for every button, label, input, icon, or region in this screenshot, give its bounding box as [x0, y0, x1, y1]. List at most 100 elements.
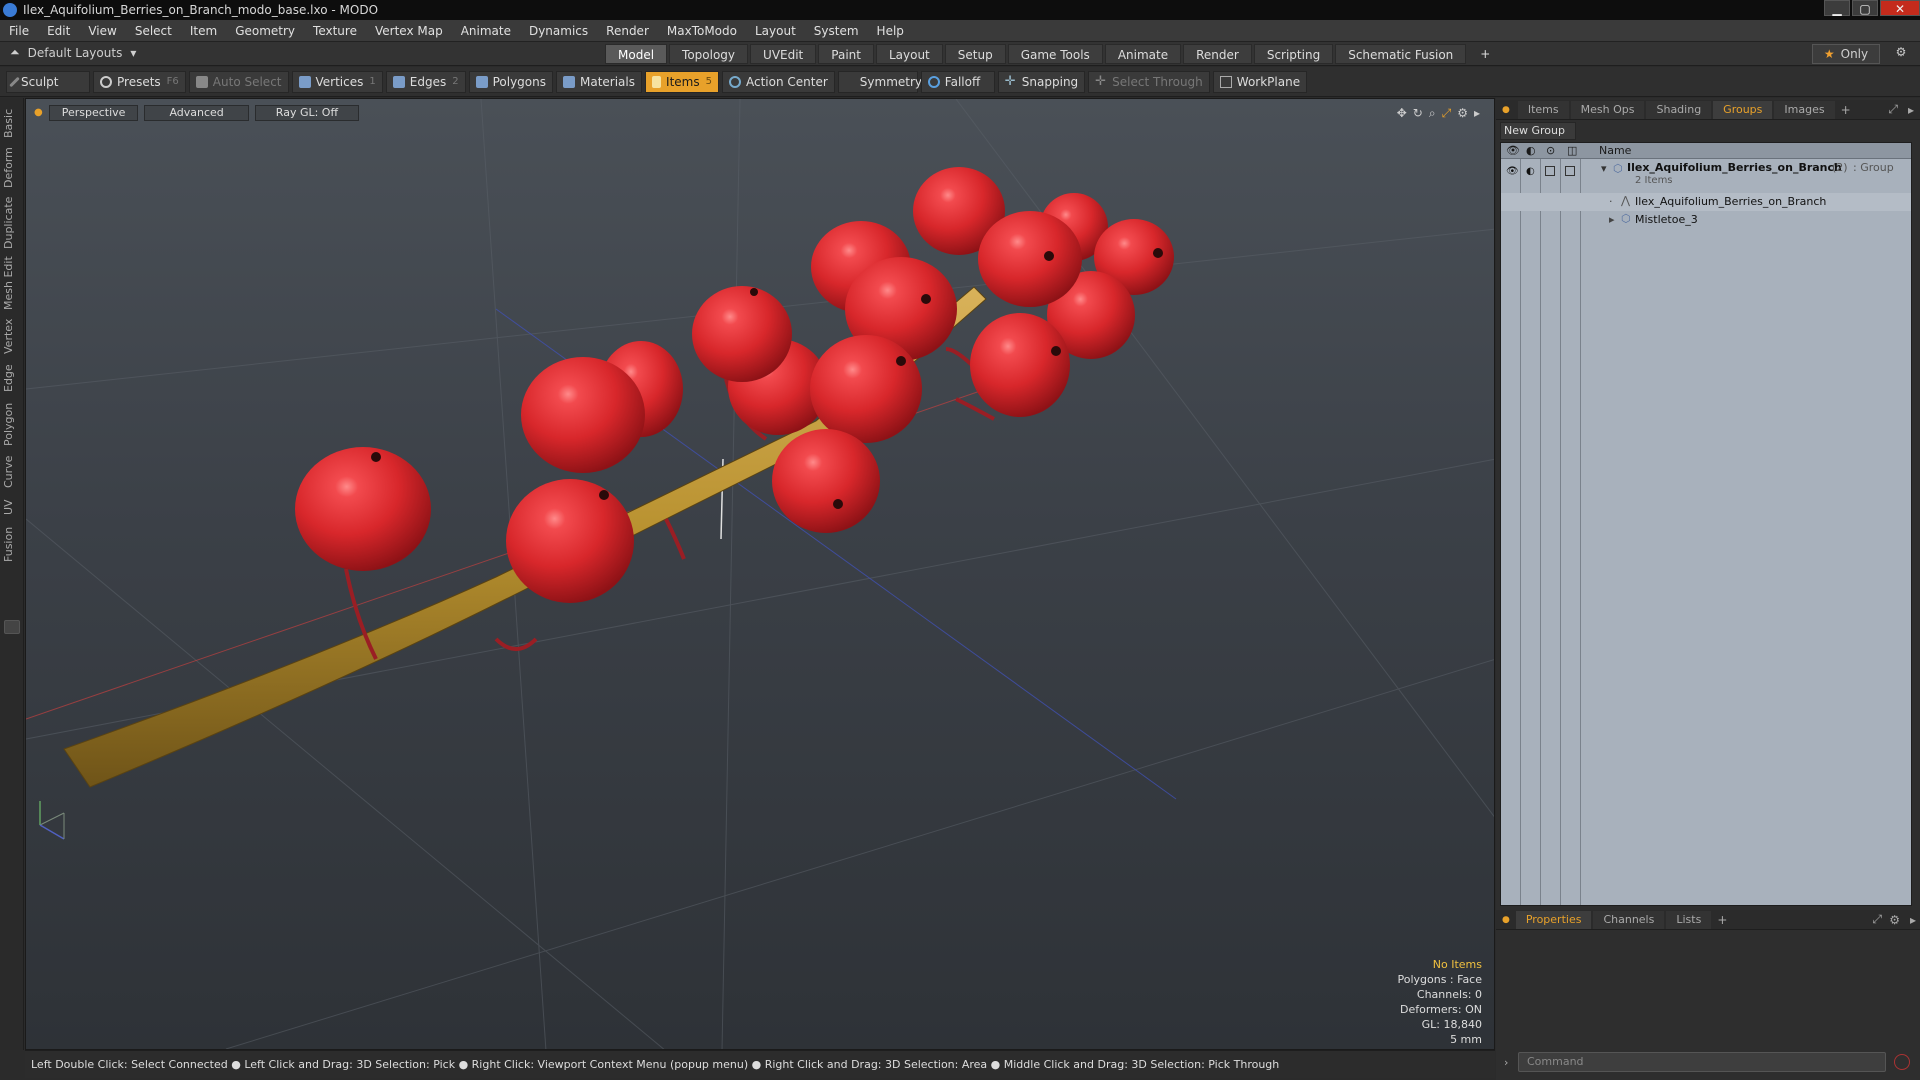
tab-model[interactable]: Model [605, 44, 668, 64]
presets-button[interactable]: Presets F6 [93, 70, 186, 93]
menu-render[interactable]: Render [606, 24, 649, 38]
left-tab-edge[interactable]: Edge [2, 362, 22, 394]
tab-mesh-ops[interactable]: Mesh Ops [1570, 100, 1645, 119]
tab-animate[interactable]: Animate [1104, 44, 1182, 64]
snapping-button[interactable]: ✛ Snapping [997, 70, 1086, 93]
group-render-icon[interactable]: ◐ [1526, 166, 1535, 177]
tab-shading[interactable]: Shading [1646, 100, 1712, 119]
tab-channels[interactable]: Channels [1593, 910, 1665, 929]
record-icon[interactable] [1894, 1054, 1910, 1070]
pan-icon[interactable]: ✥ [1397, 106, 1407, 121]
viewport-more-icon[interactable]: ▸ [1474, 106, 1480, 121]
menu-vertex-map[interactable]: Vertex Map [375, 24, 443, 38]
menu-animate[interactable]: Animate [461, 24, 511, 38]
menu-item[interactable]: Item [190, 24, 217, 38]
group-child-row[interactable]: ▸ ⬡ Mistletoe_3 [1501, 211, 1911, 229]
tab-items[interactable]: Items [1517, 100, 1569, 119]
menu-view[interactable]: View [88, 24, 116, 38]
menu-dynamics[interactable]: Dynamics [529, 24, 588, 38]
maximize-viewport-icon[interactable]: ⤢ [1442, 106, 1452, 121]
tab-game-tools[interactable]: Game Tools [1007, 44, 1103, 64]
rotate-icon[interactable]: ↻ [1413, 106, 1423, 121]
items-button[interactable]: Items 5 [645, 70, 719, 93]
left-tab-polygon[interactable]: Polygon [2, 400, 22, 448]
left-tab-mesh-edit[interactable]: Mesh Edit [2, 256, 22, 310]
props-dot-icon[interactable]: ● [1502, 915, 1510, 925]
add-props-tab-button[interactable]: + [1717, 913, 1727, 927]
polygons-button[interactable]: Polygons [468, 70, 553, 93]
select-icon[interactable]: ◫ [1567, 144, 1577, 157]
materials-button[interactable]: Materials [555, 70, 642, 93]
tab-lists[interactable]: Lists [1666, 910, 1712, 929]
raygl-toggle[interactable]: Ray GL: Off [254, 105, 360, 121]
left-tab-fusion[interactable]: Fusion [2, 524, 22, 564]
tab-paint[interactable]: Paint [818, 44, 874, 64]
tab-uvedit[interactable]: UVEdit [750, 44, 817, 64]
tab-groups[interactable]: Groups [1713, 100, 1773, 119]
menu-geometry[interactable]: Geometry [235, 24, 295, 38]
tab-schematic-fusion[interactable]: Schematic Fusion [1335, 44, 1467, 64]
panel-dot-icon[interactable]: ● [1502, 105, 1510, 115]
close-button[interactable]: ✕ [1880, 0, 1920, 16]
group-list[interactable]: 👁 ◐ ⊙ ◫ Name 👁 ◐ ▾ ⬡ Ilex_Aquifolium_Ber… [1500, 142, 1912, 906]
perspective-dropdown[interactable]: Perspective [48, 105, 139, 121]
add-panel-tab-button[interactable]: + [1841, 103, 1851, 117]
props-more-icon[interactable]: ▸ [1910, 913, 1916, 927]
left-tab-duplicate[interactable]: Duplicate [2, 196, 22, 250]
tab-properties[interactable]: Properties [1515, 910, 1592, 929]
symmetry-button[interactable]: Symmetry [837, 70, 922, 93]
menu-maxtomodo[interactable]: MaxToModo [667, 24, 737, 38]
render-icon[interactable]: ◐ [1526, 144, 1536, 157]
viewport-gear-icon[interactable]: ⚙ [1457, 106, 1468, 121]
left-tab-uv[interactable]: UV [2, 496, 22, 518]
falloff-button[interactable]: Falloff [920, 70, 995, 93]
panel-more-icon[interactable]: ▸ [1908, 103, 1914, 117]
workplane-button[interactable]: WorkPlane [1212, 70, 1308, 93]
expand-panel-icon[interactable]: ⤢ [1888, 102, 1898, 117]
3d-viewport[interactable]: ● Perspective Advanced Ray GL: Off ✥ ↻ ⌕… [25, 98, 1495, 1050]
left-tab-deform[interactable]: Deform [2, 146, 22, 190]
props-gear-icon[interactable]: ⚙ [1889, 913, 1900, 927]
group-child-row[interactable]: · ⋀ Ilex_Aquifolium_Berries_on_Branch [1501, 193, 1911, 211]
menu-edit[interactable]: Edit [47, 24, 70, 38]
layouts-dropdown[interactable]: ⏶ Default Layouts ▾ [10, 45, 136, 60]
tab-setup[interactable]: Setup [944, 44, 1006, 64]
minimize-button[interactable]: ▁ [1824, 0, 1850, 16]
left-strip-toggle[interactable] [4, 620, 20, 634]
command-input[interactable]: Command [1518, 1052, 1886, 1072]
menu-layout[interactable]: Layout [755, 24, 796, 38]
lock-icon[interactable]: ⊙ [1546, 144, 1555, 157]
select-through-button[interactable]: ✛ Select Through [1088, 70, 1210, 93]
group-lock-checkbox[interactable] [1545, 166, 1555, 176]
tab-render[interactable]: Render [1183, 44, 1252, 64]
left-tab-curve[interactable]: Curve [2, 454, 22, 490]
eye-icon[interactable]: 👁 [1506, 144, 1520, 157]
zoom-icon[interactable]: ⌕ [1429, 106, 1436, 121]
left-tab-basic[interactable]: Basic [2, 106, 22, 140]
menu-system[interactable]: System [814, 24, 859, 38]
tab-images[interactable]: Images [1774, 100, 1835, 119]
only-toggle[interactable]: ★ Only [1812, 44, 1880, 64]
new-group-button[interactable]: New Group [1500, 122, 1576, 140]
auto-select-button[interactable]: Auto Select [188, 70, 289, 93]
menu-help[interactable]: Help [877, 24, 904, 38]
scene-canvas[interactable] [26, 99, 1495, 1050]
sculpt-button[interactable]: Sculpt [6, 70, 90, 93]
advanced-dropdown[interactable]: Advanced [144, 105, 249, 121]
expand-icon[interactable]: ▸ [1609, 213, 1615, 226]
tab-layout[interactable]: Layout [875, 44, 943, 64]
vertices-button[interactable]: Vertices 1 [291, 70, 383, 93]
group-row[interactable]: 👁 ◐ ▾ ⬡ Ilex_Aquifolium_Berries_on_Branc… [1501, 160, 1911, 190]
collapse-icon[interactable]: ▾ [1601, 162, 1607, 175]
gear-icon[interactable]: ⚙ [1892, 45, 1910, 63]
maximize-button[interactable]: ▢ [1852, 0, 1878, 16]
viewport-menu-dot-icon[interactable]: ● [34, 105, 43, 121]
action-center-button[interactable]: Action Center [722, 70, 835, 93]
edges-button[interactable]: Edges 2 [385, 70, 466, 93]
tab-scripting[interactable]: Scripting [1253, 44, 1334, 64]
tab-topology[interactable]: Topology [669, 44, 749, 64]
group-eye-icon[interactable]: 👁 [1506, 166, 1519, 177]
group-select-checkbox[interactable] [1565, 166, 1575, 176]
expand-props-icon[interactable]: ⤢ [1872, 912, 1882, 927]
menu-file[interactable]: File [9, 24, 29, 38]
